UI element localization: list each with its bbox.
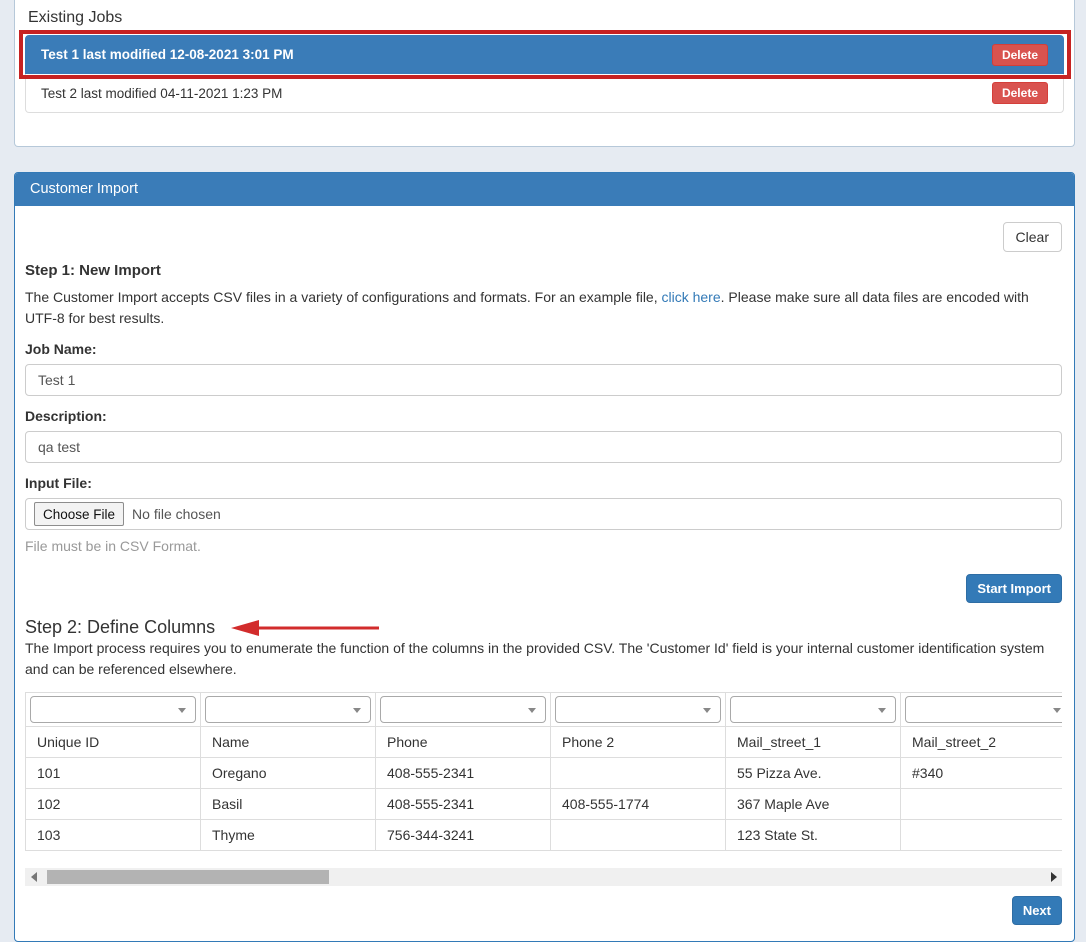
page: Existing Jobs Test 1 last modified 12-08… [0, 0, 1086, 922]
start-import-button[interactable]: Start Import [966, 574, 1062, 603]
column-mapping-select[interactable] [30, 696, 196, 723]
choose-file-button[interactable]: Choose File [34, 502, 124, 526]
start-import-row: Start Import [25, 574, 1062, 603]
table-cell: Oregano [201, 758, 376, 789]
column-header: Unique ID [26, 727, 201, 758]
column-header: Mail_street_2 [901, 727, 1063, 758]
scrollbar-left-arrow[interactable] [25, 868, 42, 886]
step1-intro: The Customer Import accepts CSV files in… [25, 287, 1062, 329]
table-row: 101Oregano408-555-2341 55 Pizza Ave.#340 [26, 758, 1063, 789]
chevron-down-icon [1053, 708, 1061, 713]
content: Existing Jobs Test 1 last modified 12-08… [14, 0, 1075, 942]
file-input[interactable]: Choose File No file chosen [25, 498, 1062, 530]
column-mapping-select[interactable] [205, 696, 371, 723]
customer-import-panel: Customer Import Clear Step 1: New Import… [14, 172, 1075, 942]
description-label: Description: [25, 408, 1062, 424]
scrollbar-thumb[interactable] [47, 870, 329, 884]
job-row[interactable]: Test 2 last modified 04-11-2021 1:23 PM D… [25, 74, 1064, 113]
triangle-left-icon [31, 872, 37, 882]
job-label: Test 2 last modified 04-11-2021 1:23 PM [41, 86, 282, 101]
table-cell: 102 [26, 789, 201, 820]
chevron-down-icon [878, 708, 886, 713]
step2-intro: The Import process requires you to enume… [25, 638, 1062, 680]
existing-jobs-title: Existing Jobs [15, 0, 1074, 27]
input-file-label: Input File: [25, 475, 1062, 491]
job-list: Test 1 last modified 12-08-2021 3:01 PM D… [25, 35, 1064, 113]
next-button[interactable]: Next [1012, 896, 1062, 925]
columns-table-wrap: Unique IDNamePhonePhone 2Mail_street_1Ma… [25, 692, 1062, 851]
column-header: Phone [376, 727, 551, 758]
example-file-link[interactable]: click here [662, 289, 721, 305]
existing-jobs-panel: Existing Jobs Test 1 last modified 12-08… [14, 0, 1075, 147]
delete-button[interactable]: Delete [992, 82, 1048, 104]
chevron-down-icon [353, 708, 361, 713]
horizontal-scrollbar[interactable] [25, 868, 1062, 886]
chevron-down-icon [528, 708, 536, 713]
chevron-down-icon [178, 708, 186, 713]
table-cell [551, 820, 726, 851]
table-header-row: Unique IDNamePhonePhone 2Mail_street_1Ma… [26, 727, 1063, 758]
columns-table: Unique IDNamePhonePhone 2Mail_street_1Ma… [25, 692, 1062, 851]
table-cell [901, 789, 1063, 820]
scrollbar-right-arrow[interactable] [1045, 868, 1062, 886]
file-chosen-status: No file chosen [132, 506, 221, 522]
clear-button[interactable]: Clear [1003, 222, 1062, 252]
table-row: 102Basil408-555-2341408-555-1774367 Mapl… [26, 789, 1063, 820]
table-cell: 367 Maple Ave [726, 789, 901, 820]
column-select-row [26, 693, 1063, 727]
description-input[interactable] [25, 431, 1062, 463]
job-name-label: Job Name: [25, 341, 1062, 357]
triangle-right-icon [1051, 872, 1057, 882]
table-cell: 103 [26, 820, 201, 851]
column-header: Phone 2 [551, 727, 726, 758]
table-row: 103Thyme756-344-3241 123 State St. [26, 820, 1063, 851]
customer-import-header: Customer Import [15, 173, 1074, 206]
table-cell: 408-555-1774 [551, 789, 726, 820]
next-row: Next [25, 896, 1062, 925]
step1-heading: Step 1: New Import [25, 262, 1062, 279]
columns-table-body: Unique IDNamePhonePhone 2Mail_street_1Ma… [26, 693, 1063, 851]
table-cell: 123 State St. [726, 820, 901, 851]
job-label: Test 1 last modified 12-08-2021 3:01 PM [41, 47, 294, 62]
column-mapping-select[interactable] [380, 696, 546, 723]
table-cell: 101 [26, 758, 201, 789]
column-mapping-select[interactable] [730, 696, 896, 723]
table-cell: 408-555-2341 [376, 758, 551, 789]
column-header: Mail_street_1 [726, 727, 901, 758]
annotation-arrow-icon [229, 618, 381, 638]
table-cell [901, 820, 1063, 851]
table-cell: #340 [901, 758, 1063, 789]
chevron-down-icon [703, 708, 711, 713]
delete-button[interactable]: Delete [992, 44, 1048, 66]
table-cell: 756-344-3241 [376, 820, 551, 851]
table-cell: 55 Pizza Ave. [726, 758, 901, 789]
step2-heading-row: Step 2: Define Columns [25, 617, 1062, 638]
step2-heading: Step 2: Define Columns [25, 617, 215, 638]
column-header: Name [201, 727, 376, 758]
table-cell [551, 758, 726, 789]
table-cell: 408-555-2341 [376, 789, 551, 820]
clear-row: Clear [25, 222, 1062, 252]
step1-intro-before: The Customer Import accepts CSV files in… [25, 289, 662, 305]
file-format-hint: File must be in CSV Format. [25, 538, 1062, 554]
customer-import-body: Clear Step 1: New Import The Customer Im… [15, 206, 1074, 941]
table-cell: Basil [201, 789, 376, 820]
column-mapping-select[interactable] [555, 696, 721, 723]
column-mapping-select[interactable] [905, 696, 1062, 723]
job-row[interactable]: Test 1 last modified 12-08-2021 3:01 PM D… [25, 35, 1064, 74]
job-name-input[interactable] [25, 364, 1062, 396]
table-cell: Thyme [201, 820, 376, 851]
